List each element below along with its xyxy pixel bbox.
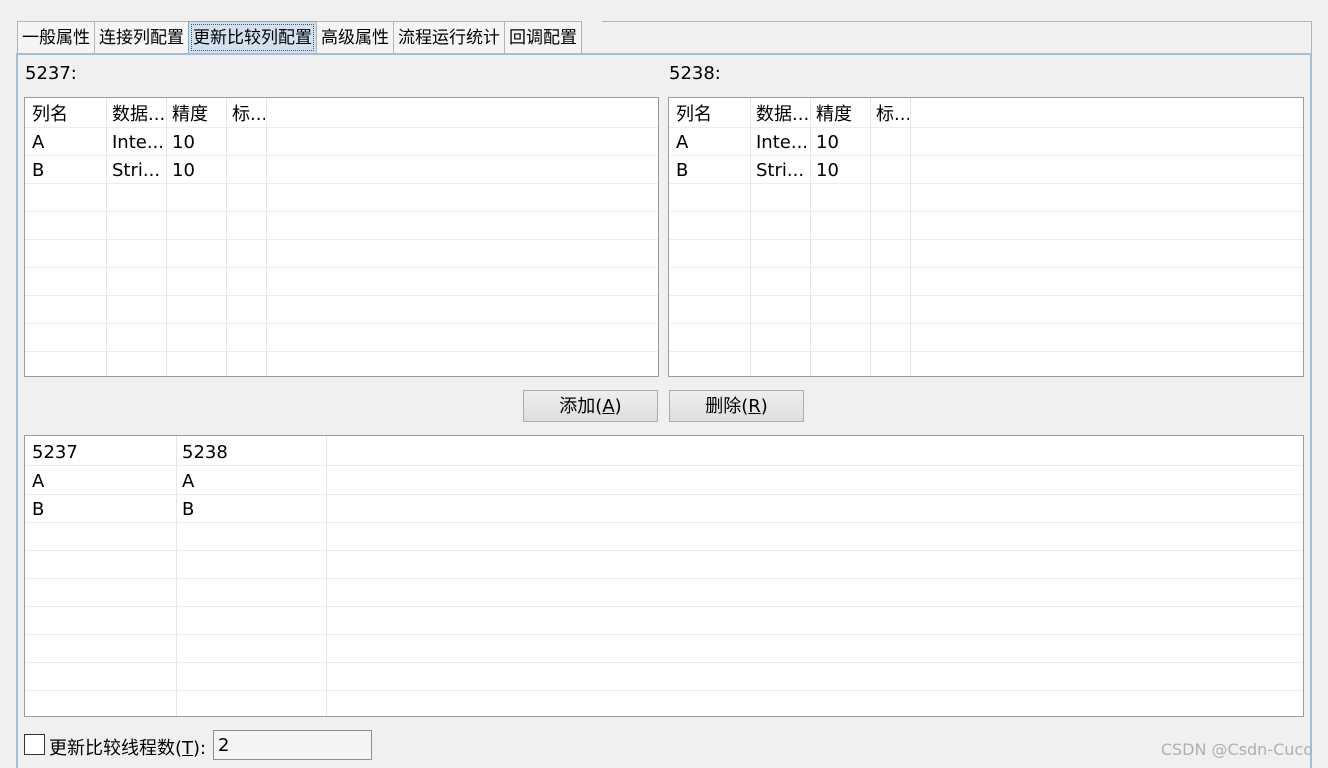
tab-advanced[interactable]: 高级属性 <box>316 21 394 54</box>
table-row[interactable]: B B <box>25 495 1303 523</box>
table-cell: 10 <box>816 132 839 153</box>
table-cell: Inte... <box>756 132 809 153</box>
table-header-row: 列名 数据... 精度 标... <box>25 100 658 128</box>
table-cell: A <box>32 132 45 153</box>
column-header[interactable]: 列名 <box>25 100 105 128</box>
tab-bar: 一般属性 连接列配置 更新比较列配置 高级属性 流程运行统计 回调配置 <box>17 21 582 54</box>
table-row[interactable]: B Stri... 10 <box>25 156 658 184</box>
watermark: CSDN @Csdn-Cuco <box>1160 740 1313 759</box>
thread-count-label: 更新比较线程数(T): <box>49 738 207 759</box>
tabbar-filler <box>602 21 1312 54</box>
table-cell: 10 <box>172 132 195 153</box>
table-header-row: 5237 5238 <box>25 438 1303 466</box>
table-cell: A <box>676 132 689 153</box>
table-cell: Inte... <box>112 132 165 153</box>
column-header[interactable]: 标... <box>869 100 909 128</box>
column-header[interactable]: 数据... <box>749 100 809 128</box>
table-cell: 10 <box>172 160 195 181</box>
table-cell: A <box>32 471 45 492</box>
table-cell: Stri... <box>756 160 805 181</box>
column-mapping-table[interactable]: 5237 5238 A A B B <box>24 435 1304 717</box>
column-header[interactable]: 精度 <box>165 100 225 128</box>
table-cell: 10 <box>816 160 839 181</box>
add-button[interactable]: 添加(A) <box>523 390 658 422</box>
column-header[interactable]: 精度 <box>809 100 869 128</box>
thread-count-field[interactable]: 2 <box>213 730 372 760</box>
column-header[interactable]: 标... <box>225 100 265 128</box>
table-header-row: 列名 数据... 精度 标... <box>669 100 1303 128</box>
tab-run-stats[interactable]: 流程运行统计 <box>393 21 505 54</box>
tab-update-compare-columns[interactable]: 更新比较列配置 <box>188 21 317 54</box>
right-columns-table[interactable]: 列名 数据... 精度 标... A Inte... 10 B Stri... … <box>668 97 1304 377</box>
table-cell: A <box>182 471 195 492</box>
table-cell: B <box>676 160 689 181</box>
tab-general[interactable]: 一般属性 <box>17 21 95 54</box>
column-header[interactable]: 数据... <box>105 100 165 128</box>
delete-button[interactable]: 删除(R) <box>669 390 804 422</box>
right-table-label: 5238: <box>669 63 721 84</box>
table-row[interactable]: B Stri... 10 <box>669 156 1303 184</box>
table-row[interactable]: A Inte... 10 <box>669 128 1303 156</box>
left-columns-table[interactable]: 列名 数据... 精度 标... A Inte... 10 B Stri... … <box>24 97 659 377</box>
table-cell: B <box>32 160 45 181</box>
tab-callback[interactable]: 回调配置 <box>504 21 582 54</box>
table-cell: B <box>32 499 45 520</box>
table-cell: B <box>182 499 195 520</box>
table-row[interactable]: A A <box>25 467 1303 495</box>
thread-count-checkbox[interactable] <box>24 734 45 755</box>
table-row[interactable]: A Inte... 10 <box>25 128 658 156</box>
column-header[interactable]: 5238 <box>175 438 325 466</box>
table-cell: Stri... <box>112 160 161 181</box>
left-table-label: 5237: <box>25 63 77 84</box>
column-header[interactable]: 5237 <box>25 438 175 466</box>
tab-join-columns[interactable]: 连接列配置 <box>94 21 189 54</box>
column-header[interactable]: 列名 <box>669 100 749 128</box>
